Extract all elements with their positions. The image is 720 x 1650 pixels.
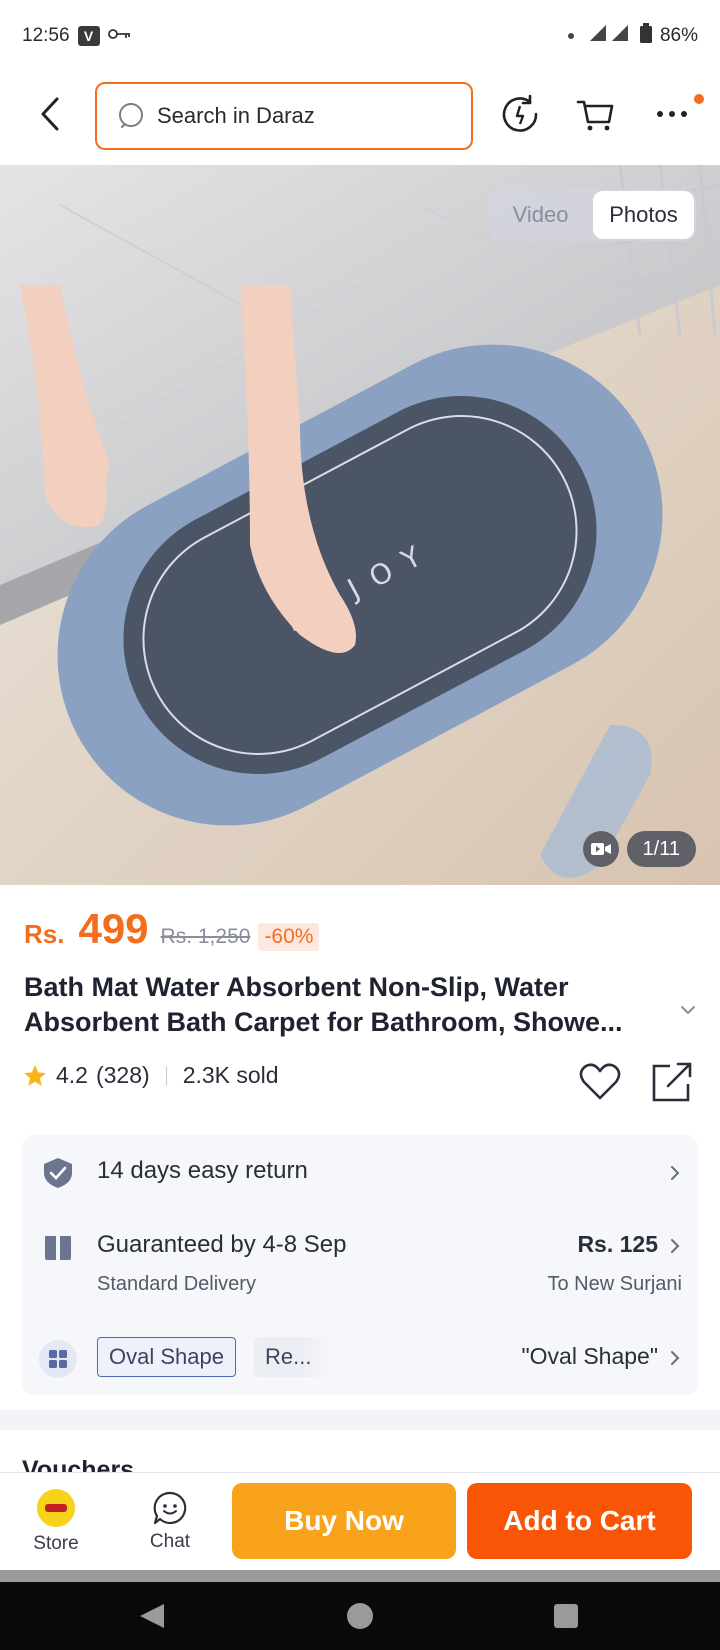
more-dots-icon: [657, 111, 687, 117]
video-camera-icon: [590, 843, 611, 855]
delivery-location: To New Surjani: [547, 1273, 682, 1295]
add-to-cart-button[interactable]: Add to Cart: [467, 1483, 692, 1559]
media-toggle: Video Photos: [490, 189, 696, 241]
product-photo: ENJOY: [0, 165, 720, 885]
system-navigation-bar: [0, 1582, 720, 1650]
selected-variant: "Oval Shape": [521, 1343, 658, 1369]
system-back-icon[interactable]: [140, 1604, 164, 1628]
search-input[interactable]: Search in Daraz: [95, 82, 473, 150]
more-notification-badge: [694, 94, 704, 104]
variant-chip-more[interactable]: Re...: [254, 1337, 334, 1377]
search-icon: [119, 103, 143, 128]
store-button[interactable]: Store: [6, 1473, 106, 1571]
history-icon: [502, 94, 538, 132]
expand-title-icon[interactable]: [676, 998, 700, 1022]
store-label: Store: [33, 1533, 79, 1554]
share-icon: [652, 1062, 692, 1102]
product-title[interactable]: Bath Mat Water Absorbent Non-Slip, Water…: [24, 970, 664, 1040]
chevron-right-icon: [671, 1166, 680, 1180]
status-time: 12:56: [22, 25, 70, 46]
bottom-action-bar: Store Chat Buy Now Add to Cart: [0, 1472, 720, 1570]
original-price: Rs. 1,250: [160, 925, 251, 948]
system-recents-icon[interactable]: [554, 1604, 578, 1628]
tab-photos[interactable]: Photos: [593, 191, 694, 239]
rating-value: 4.2: [56, 1062, 88, 1088]
sold-count: 2.3K sold: [182, 1062, 279, 1088]
search-placeholder: Search in Daraz: [157, 103, 315, 128]
delivery-row[interactable]: Guaranteed by 4-8 Sep Standard Delivery …: [22, 1211, 698, 1311]
cart-icon: [576, 100, 614, 131]
top-navigation: Search in Daraz: [0, 78, 720, 154]
returns-row[interactable]: 14 days easy return: [22, 1135, 698, 1211]
image-counter: 1/11: [626, 831, 696, 867]
tab-video[interactable]: Video: [490, 189, 591, 241]
product-image-gallery[interactable]: ENJOY Video Photos 1/11: [0, 165, 720, 885]
system-home-icon[interactable]: [347, 1603, 373, 1629]
chevron-right-icon: [671, 1239, 680, 1253]
currency-label: Rs.: [24, 919, 65, 949]
key-icon: [107, 25, 132, 47]
variant-grid-icon: [39, 1340, 77, 1378]
divider: [165, 1065, 167, 1086]
chat-icon: [153, 1491, 187, 1525]
delivery-type: Standard Delivery: [97, 1273, 256, 1295]
rating-row[interactable]: 4.2 (328) 2.3K sold: [22, 1062, 279, 1089]
video-play-button[interactable]: [582, 831, 619, 867]
battery-level: 86%: [659, 25, 698, 46]
store-logo-icon: [37, 1489, 75, 1527]
share-button[interactable]: [650, 1060, 694, 1104]
back-button[interactable]: [30, 94, 70, 134]
section-divider: [0, 1410, 720, 1430]
chat-button[interactable]: Chat: [120, 1473, 220, 1571]
status-bar: 12:56 V 86%: [0, 0, 720, 72]
cart-button[interactable]: [574, 92, 618, 136]
more-button[interactable]: [650, 92, 694, 136]
history-button[interactable]: [498, 92, 542, 136]
delivery-estimate: Guaranteed by 4-8 Sep: [97, 1231, 347, 1258]
back-arrow-icon: [41, 97, 59, 131]
star-icon: [24, 1064, 46, 1086]
battery-icon: [639, 23, 652, 49]
gesture-strip: [0, 1570, 720, 1582]
signal-icon: [588, 23, 632, 49]
variant-chip-oval[interactable]: Oval Shape: [97, 1337, 236, 1377]
current-price: 499: [78, 905, 149, 952]
wishlist-button[interactable]: [578, 1060, 622, 1104]
price-row: Rs. 499 Rs. 1,250 -60%: [24, 905, 320, 953]
returns-text: 14 days easy return: [97, 1157, 308, 1184]
discount-badge: -60%: [258, 923, 320, 951]
chat-label: Chat: [149, 1531, 191, 1552]
chevron-right-icon: [671, 1351, 680, 1365]
shield-check-icon: [42, 1157, 74, 1189]
media-indicator: 1/11: [582, 831, 696, 867]
delivery-fee: Rs. 125: [577, 1231, 658, 1257]
vpn-badge: V: [77, 26, 100, 46]
delivery-box-icon: [42, 1231, 74, 1263]
notification-dot-icon: [567, 33, 574, 39]
buy-now-button[interactable]: Buy Now: [232, 1483, 456, 1559]
heart-icon: [579, 1063, 621, 1100]
review-count: (328): [95, 1062, 150, 1088]
